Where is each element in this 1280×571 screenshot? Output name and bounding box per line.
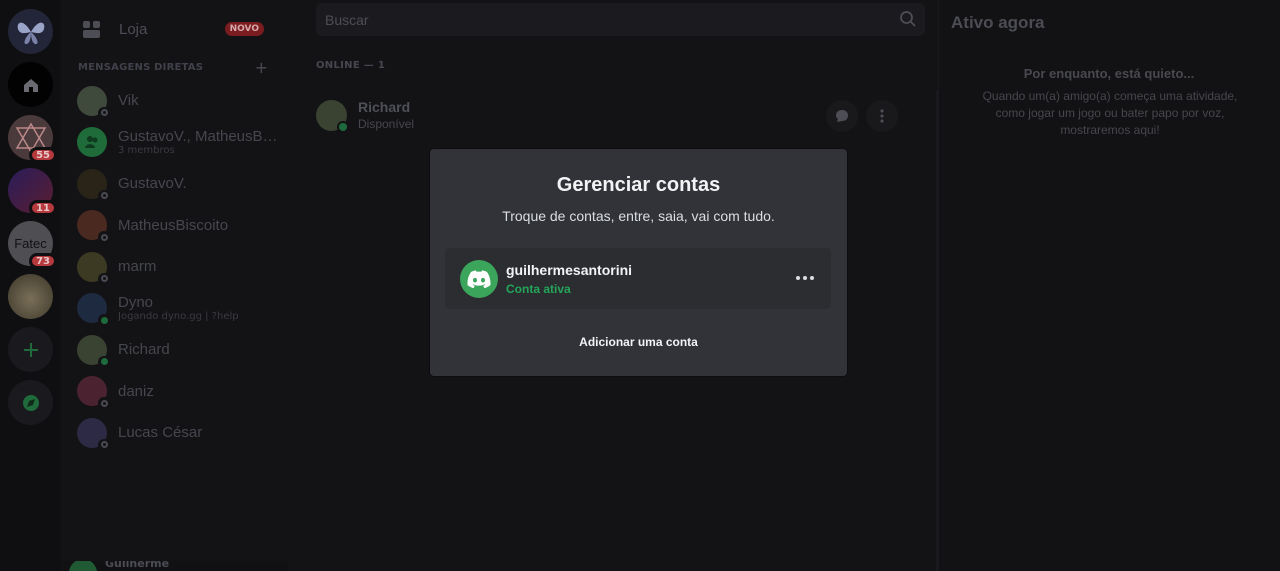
- status-offline-icon: [98, 272, 110, 285]
- dm-item-marm[interactable]: marm: [61, 246, 288, 288]
- friend-row[interactable]: Richard Disponível: [316, 92, 912, 138]
- search-input[interactable]: [325, 11, 885, 28]
- compass-icon: [22, 394, 39, 411]
- server-butterfly[interactable]: [8, 9, 53, 54]
- dm-name: MatheusBiscoito: [118, 216, 229, 234]
- status-offline-icon: [98, 438, 110, 451]
- dm-name: Lucas César: [118, 424, 203, 442]
- status-offline-icon: [98, 397, 110, 410]
- account-username: guilhermesantorini: [506, 261, 633, 278]
- friend-name: Richard: [358, 99, 411, 115]
- status-online-icon: [337, 120, 349, 133]
- create-dm-icon[interactable]: +: [255, 58, 268, 77]
- active-now-empty-title: Por enquanto, está quieto...: [1023, 66, 1195, 81]
- new-badge: NOVO: [224, 22, 264, 36]
- status-online-icon: [98, 355, 110, 368]
- add-server-button[interactable]: [8, 327, 53, 372]
- manage-accounts-modal: Gerenciar contas Troque de contas, entre…: [430, 149, 847, 376]
- active-now-title: Ativo agora: [951, 13, 1045, 32]
- account-status: Conta ativa: [506, 281, 571, 296]
- dm-item-group[interactable]: GustavoV., MatheusBi... 3 membros: [61, 122, 288, 164]
- dm-item-matheusbiscoito[interactable]: MatheusBiscoito: [61, 205, 288, 247]
- status-online-icon: [98, 314, 110, 327]
- search-icon: [900, 11, 916, 27]
- dm-activity: Jogando dyno.gg | ?help: [118, 311, 239, 323]
- modal-title: Gerenciar contas: [556, 174, 721, 196]
- unread-badge: 11: [29, 200, 57, 216]
- server-cat[interactable]: [8, 274, 53, 319]
- dm-name: GustavoV.: [118, 175, 187, 193]
- user-panel[interactable]: Guilherme: [61, 561, 288, 571]
- dm-sidebar: Loja NOVO MENSAGENS DIRETAS + Vik Gustav…: [61, 0, 288, 571]
- fatec-logo-text: Fatec: [14, 236, 47, 251]
- account-row[interactable]: guilhermesantorini Conta ativa: [445, 248, 831, 309]
- dm-section-header: MENSAGENS DIRETAS +: [61, 56, 288, 78]
- dot-icon: [810, 276, 814, 280]
- discord-app: 55 11 Fatec 73 Loja NOVO MENSAGENS DIRET…: [0, 0, 1280, 571]
- dm-name: daniz: [118, 382, 154, 400]
- search-bar: [316, 3, 925, 36]
- dm-header-label: MENSAGENS DIRETAS: [78, 61, 204, 73]
- dm-name: Richard: [118, 341, 170, 359]
- avatar: [77, 334, 110, 368]
- status-offline-icon: [98, 231, 110, 244]
- friend-actions: [826, 100, 898, 132]
- unread-badge: 73: [29, 253, 57, 269]
- add-account-button[interactable]: Adicionar uma conta: [430, 335, 847, 349]
- online-count-header: ONLINE — 1: [316, 60, 386, 71]
- dm-name: marm: [118, 258, 157, 276]
- dm-item-richard[interactable]: Richard: [61, 329, 288, 371]
- group-avatar: [77, 127, 107, 158]
- dm-name: GustavoV., MatheusBi...: [118, 128, 278, 146]
- message-button[interactable]: [826, 100, 858, 132]
- dm-item-gustavov[interactable]: GustavoV.: [61, 163, 288, 205]
- shop-icon: [83, 21, 100, 38]
- more-options-button[interactable]: [866, 100, 898, 132]
- discover-button[interactable]: [8, 380, 53, 425]
- dot-icon: [796, 276, 800, 280]
- dm-name: Dyno: [118, 294, 154, 312]
- chat-bubble-icon: [836, 110, 848, 122]
- avatar: [77, 85, 110, 119]
- status-offline-icon: [98, 106, 110, 119]
- modal-subtitle: Troque de contas, entre, saia, vai com t…: [502, 208, 775, 224]
- plus-icon: [23, 342, 38, 357]
- dot-icon: [803, 276, 807, 280]
- dm-list: Vik GustavoV., MatheusBi... 3 membros Gu…: [61, 80, 288, 454]
- avatar: [77, 417, 110, 451]
- group-icon: [85, 136, 98, 149]
- dm-item-lucas-cesar[interactable]: Lucas César: [61, 412, 288, 454]
- server-anime[interactable]: 11: [8, 168, 57, 216]
- friend-avatar: [316, 99, 349, 133]
- active-now-panel: Ativo agora Por enquanto, está quieto...…: [938, 0, 1280, 571]
- dm-name: Vik: [118, 92, 139, 110]
- dm-item-dyno[interactable]: Dyno Jogando dyno.gg | ?help: [61, 288, 288, 330]
- user-avatar: [69, 561, 97, 571]
- home-icon: [23, 78, 38, 92]
- active-now-empty-desc: Quando um(a) amigo(a) começa uma ativida…: [982, 89, 1238, 137]
- friend-status: Disponível: [358, 117, 415, 131]
- discord-logo-icon: [460, 259, 498, 298]
- shop-item[interactable]: Loja NOVO: [61, 9, 288, 49]
- avatar: [77, 376, 110, 410]
- vertical-dots-icon: [880, 109, 884, 123]
- dm-item-daniz[interactable]: daniz: [61, 371, 288, 413]
- unread-badge: 55: [29, 147, 57, 163]
- avatar: [77, 210, 110, 244]
- account-options-button[interactable]: [793, 268, 817, 288]
- discord-icon: [467, 269, 491, 288]
- status-offline-icon: [98, 189, 110, 202]
- server-geometry[interactable]: 55: [8, 115, 57, 163]
- avatar: [77, 168, 110, 202]
- dm-subtitle: 3 membros: [118, 145, 175, 157]
- butterfly-icon: [17, 22, 44, 44]
- direct-messages-home[interactable]: [8, 62, 53, 107]
- server-rail: 55 11 Fatec 73: [0, 0, 61, 571]
- avatar: [77, 293, 110, 327]
- avatar: [77, 251, 110, 285]
- shop-label: Loja: [119, 20, 148, 38]
- user-name: Guilherme: [105, 561, 170, 570]
- dm-item-vik[interactable]: Vik: [61, 80, 288, 122]
- server-fatec[interactable]: Fatec 73: [8, 221, 57, 269]
